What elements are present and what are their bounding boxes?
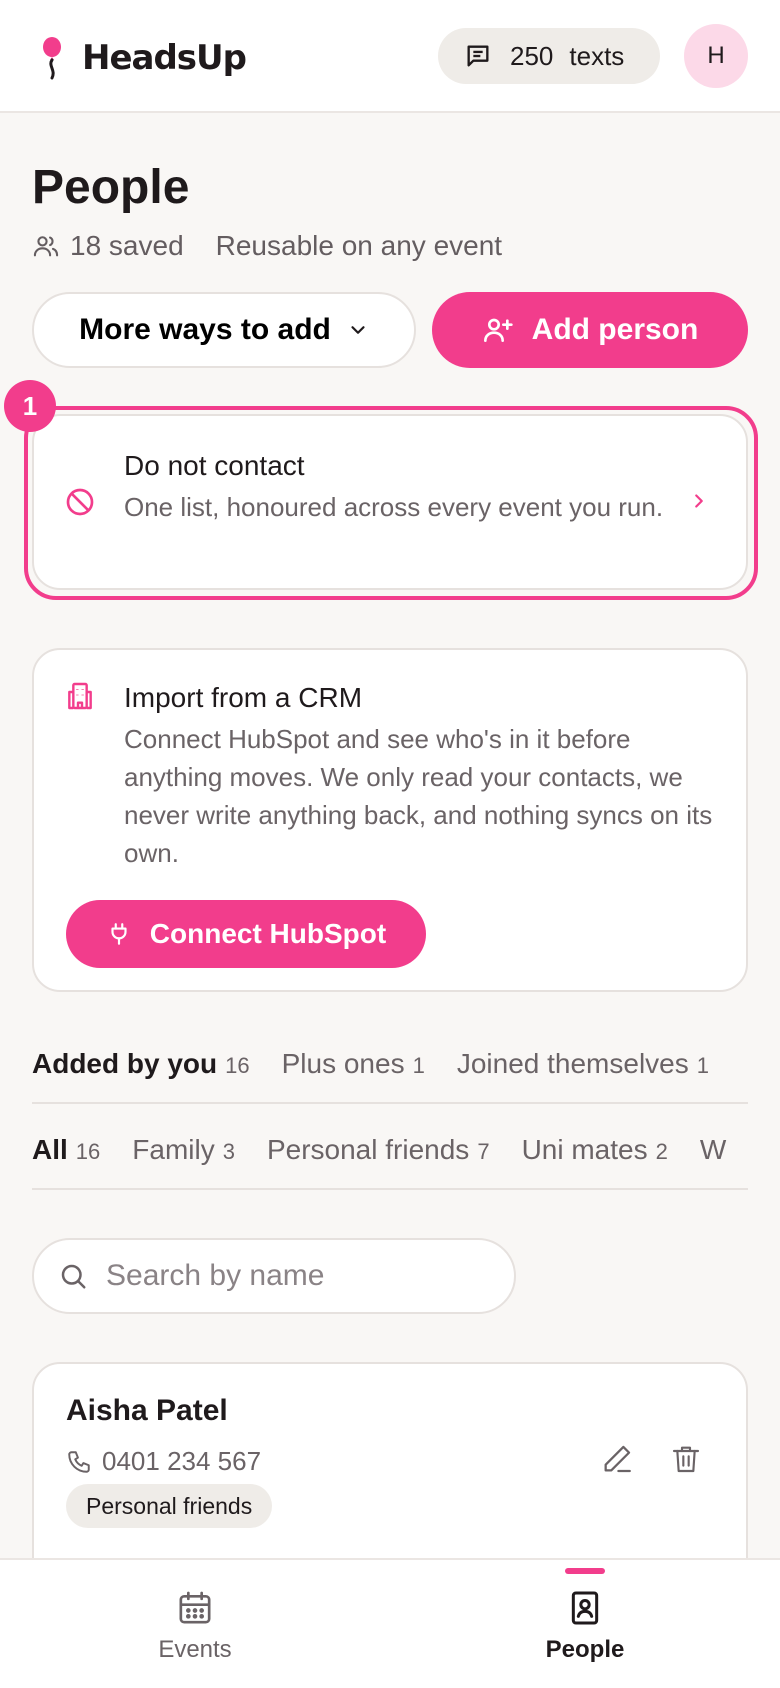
nav-events-label: Events <box>158 1636 232 1663</box>
people-summary: 18 saved Reusable on any event <box>32 230 502 262</box>
users-icon <box>33 236 59 257</box>
message-icon <box>467 45 489 67</box>
tab-truncated[interactable]: W <box>700 1134 726 1188</box>
dnc-title: Do not contact <box>124 450 305 481</box>
app-name: HeadsUp <box>82 38 247 78</box>
edit-icon[interactable] <box>600 1442 634 1476</box>
top-header: HeadsUp 250 texts H <box>0 0 780 113</box>
credits-unit: texts <box>569 40 625 71</box>
text-credits-pill[interactable]: 250 texts <box>438 28 660 84</box>
tab-all[interactable]: All 16 <box>32 1134 100 1188</box>
building-icon <box>68 682 92 710</box>
tab-added-by-you[interactable]: Added by you 16 <box>32 1048 250 1102</box>
avatar-initial: H <box>707 42 725 69</box>
dnc-description: One list, honoured across every event yo… <box>124 492 664 522</box>
crm-description: Connect HubSpot and see who's in it befo… <box>124 724 713 868</box>
connect-hubspot-label: Connect HubSpot <box>149 918 387 949</box>
person-name: Aisha Patel <box>66 1394 228 1427</box>
user-avatar[interactable]: H <box>684 24 748 88</box>
person-phone: 0401 234 567 <box>102 1446 262 1476</box>
do-not-contact-card[interactable]: Do not contact One list, honoured across… <box>32 414 748 590</box>
group-tag: Personal friends <box>66 1484 273 1528</box>
nav-people-label: People <box>545 1636 625 1663</box>
ban-icon <box>66 488 94 516</box>
user-plus-icon <box>483 318 513 342</box>
reusable-note: Reusable on any event <box>215 230 503 261</box>
group-tabs: All 16 Family 3 Personal friends 7 Uni mate… <box>32 1134 748 1190</box>
trash-icon[interactable] <box>670 1442 702 1476</box>
plug-icon <box>111 923 127 945</box>
balloon-logo-icon <box>43 37 61 80</box>
phone-icon <box>68 1450 90 1473</box>
nav-events[interactable]: Events <box>95 1560 295 1688</box>
credits-count: 250 <box>510 40 554 71</box>
connect-hubspot-button[interactable]: Connect HubSpot <box>66 900 426 968</box>
contact-book-icon <box>571 1591 599 1625</box>
chevron-down-icon <box>351 326 365 334</box>
tab-uni-mates[interactable]: Uni mates 2 <box>522 1134 668 1188</box>
saved-count: 18 saved <box>70 230 184 261</box>
person-phone-row: 0401 234 567 <box>66 1446 261 1477</box>
search-icon <box>61 1264 86 1289</box>
more-ways-to-add-button[interactable]: More ways to add <box>32 292 416 368</box>
tab-personal-friends[interactable]: Personal friends 7 <box>267 1134 490 1188</box>
logo[interactable]: HeadsUp <box>38 36 247 80</box>
nav-people[interactable]: People <box>485 1560 685 1688</box>
add-person-label: Add person <box>531 313 699 346</box>
calendar-icon <box>179 1591 211 1624</box>
add-person-button[interactable]: Add person <box>432 292 748 368</box>
search-box <box>32 1238 516 1314</box>
crm-title: Import from a CRM <box>124 682 363 713</box>
more-ways-label: More ways to add <box>79 313 331 346</box>
onboarding-step-badge: 1 <box>4 380 56 432</box>
tab-plus-ones[interactable]: Plus ones 1 <box>282 1048 425 1102</box>
chevron-right-icon <box>695 494 703 508</box>
import-crm-card: Import from a CRM Connect HubSpot and se… <box>32 648 748 992</box>
search-input[interactable] <box>106 1259 486 1293</box>
bottom-nav: Events People <box>0 1558 780 1688</box>
tab-family[interactable]: Family 3 <box>132 1134 235 1188</box>
tab-joined-themselves[interactable]: Joined themselves 1 <box>457 1048 709 1102</box>
page-title: People <box>32 161 190 214</box>
source-tabs: Added by you 16 Plus ones 1 Joined themsel… <box>32 1048 748 1104</box>
